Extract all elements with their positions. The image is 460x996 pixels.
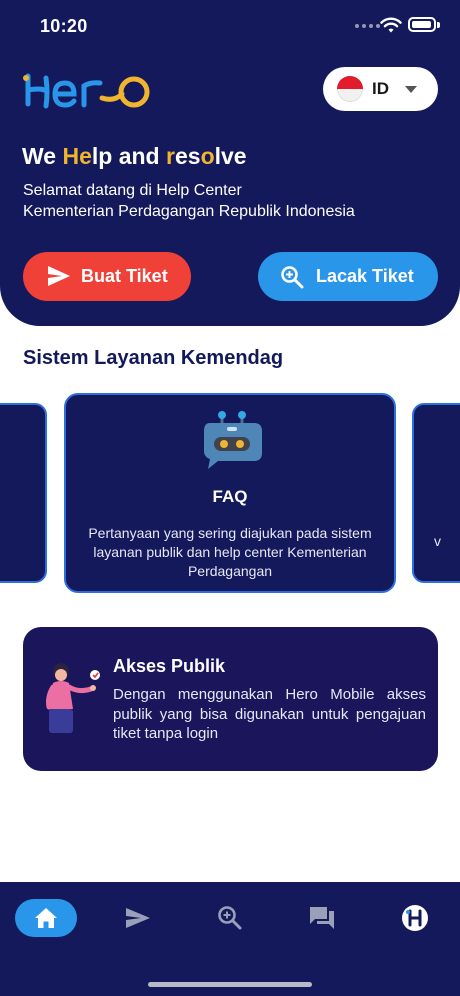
nav-zoom-search-icon[interactable] xyxy=(216,904,244,932)
header-panel: 10:20 ID We Help and resolve Selamat dat… xyxy=(0,0,460,326)
language-code: ID xyxy=(372,79,389,98)
battery-icon xyxy=(408,17,436,32)
nav-send-icon[interactable] xyxy=(124,904,152,932)
nav-hero-profile-icon[interactable] xyxy=(400,903,430,933)
chatbot-robot-icon xyxy=(204,411,262,469)
home-screen: 10:20 ID We Help and resolve Selamat dat… xyxy=(0,0,460,996)
status-bar: 10:20 xyxy=(0,14,460,38)
battery-cap xyxy=(437,22,440,28)
hero-logo xyxy=(23,73,150,109)
welcome-text: Selamat datang di Help Center Kementeria… xyxy=(23,180,355,222)
wifi-icon xyxy=(380,17,402,33)
right-peek-text: v xyxy=(434,533,441,549)
home-icon xyxy=(35,908,57,928)
section-title: Sistem Layanan Kemendag xyxy=(23,347,284,369)
welcome-line-2: Kementerian Perdagangan Republik Indones… xyxy=(23,203,355,220)
service-card-right-peek[interactable]: v xyxy=(412,403,460,583)
public-access-description: Dengan menggunakan Hero Mobile akses pub… xyxy=(113,686,426,742)
track-ticket-label: Lacak Tiket xyxy=(316,266,414,286)
service-card-left-peek[interactable] xyxy=(0,403,47,583)
faq-title: FAQ xyxy=(212,487,248,506)
faq-card[interactable]: FAQ Pertanyaan yang sering diajukan pada… xyxy=(64,393,396,593)
public-access-card[interactable]: Akses Publik Dengan menggunakan Hero Mob… xyxy=(23,627,438,771)
home-indicator xyxy=(148,982,312,987)
create-ticket-label: Buat Tiket xyxy=(81,266,168,286)
bottom-nav xyxy=(0,882,460,996)
language-selector[interactable]: ID xyxy=(323,67,438,111)
woman-illustration-icon xyxy=(46,663,100,733)
signal-dots-icon xyxy=(355,24,380,28)
chevron-down-icon xyxy=(405,86,417,93)
nav-chat-icon[interactable] xyxy=(308,904,336,932)
indonesia-flag-icon xyxy=(337,76,363,102)
nav-home[interactable] xyxy=(15,899,77,937)
create-ticket-button[interactable]: Buat Tiket xyxy=(23,252,191,301)
welcome-line-1: Selamat datang di Help Center xyxy=(23,182,242,199)
public-access-title: Akses Publik xyxy=(113,656,226,676)
zoom-search-icon xyxy=(281,266,304,289)
tagline: We Help and resolve xyxy=(22,143,247,169)
status-time: 10:20 xyxy=(40,16,88,36)
track-ticket-button[interactable]: Lacak Tiket xyxy=(258,252,438,301)
send-icon xyxy=(48,266,70,286)
faq-description: Pertanyaan yang sering diajukan pada sis… xyxy=(88,525,372,579)
